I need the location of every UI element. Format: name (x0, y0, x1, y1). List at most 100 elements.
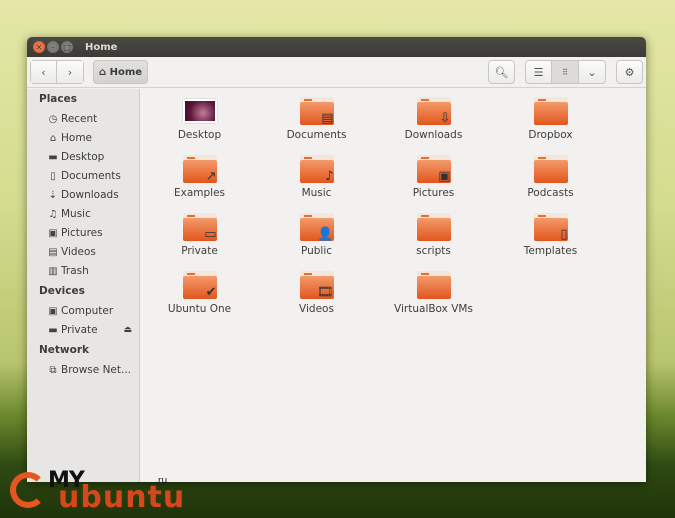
folder-icon (416, 213, 451, 241)
sidebar: Places ◷ Recent ⌂ Home ▬ Desktop ▯ Documents ⇣ Do… (27, 89, 140, 482)
sidebar-item-label: Videos (61, 246, 96, 258)
sidebar-item-label: Private (61, 324, 98, 336)
folder-emblem-icon: ▭ (204, 227, 217, 242)
folder-icon: ▯ (533, 213, 568, 242)
file-item[interactable]: ▯ Templates (492, 213, 609, 271)
file-item[interactable]: ✔ Ubuntu One (141, 271, 258, 329)
file-label: Desktop (177, 129, 222, 141)
file-item[interactable]: ⇩ Downloads (375, 97, 492, 155)
forward-button[interactable]: › (57, 60, 84, 84)
places-icon: ▬ (48, 152, 58, 163)
back-button[interactable]: ‹ (30, 60, 57, 84)
folder-icon: ▤ (299, 97, 334, 126)
folder-emblem-icon: ⇩ (439, 111, 451, 126)
sidebar-item-downloads[interactable]: ⇣ Downloads (27, 186, 139, 205)
file-label: Public (300, 245, 333, 257)
sidebar-item-label: Music (61, 208, 91, 220)
places-icon: ◷ (48, 114, 58, 125)
devices-icon: ▣ (48, 306, 58, 317)
file-label: Private (181, 245, 218, 257)
file-item[interactable]: Podcasts (492, 155, 609, 213)
folder-icon (533, 97, 568, 125)
devices-header: Devices (39, 285, 85, 297)
settings-button[interactable]: ⚙ (616, 60, 643, 84)
chevron-down-icon: ⌄ (587, 65, 597, 79)
window-title: Home (85, 41, 118, 53)
sidebar-item-pictures[interactable]: ▣ Pictures (27, 224, 139, 243)
file-view: Desktop ▤ Documents ⇩ Downloads Dropbox ↗ Examp… (141, 89, 646, 482)
file-label: scripts (416, 245, 451, 257)
network-header: Network (39, 344, 90, 356)
file-label: Dropbox (528, 129, 573, 141)
sidebar-item-label: Pictures (61, 227, 103, 239)
maximize-button[interactable]: □ (61, 41, 73, 53)
list-view-button[interactable]: ☰ (525, 60, 552, 84)
places-icon: ▥ (48, 266, 58, 277)
file-item[interactable]: 👤 Public (258, 213, 375, 271)
search-button[interactable]: 🔍︎ (488, 60, 515, 84)
folder-emblem-icon: ▤ (321, 111, 334, 126)
file-manager-window: ✕ – □ Home ‹ › ⌂ Home 🔍︎ ☰ ⠿ ⌄ ⚙ Places … (27, 37, 646, 482)
grid-icon: ⠿ (562, 67, 568, 77)
file-item[interactable]: VirtualBox VMs (375, 271, 492, 329)
folder-emblem-icon: ✔ (205, 285, 217, 300)
folder-icon (533, 155, 568, 183)
title-bar: ✕ – □ Home (27, 37, 646, 57)
folder-emblem-icon: 👤 (317, 227, 334, 242)
places-icon: ▤ (48, 247, 58, 258)
chevron-right-icon: › (67, 65, 73, 79)
file-label: Pictures (412, 187, 455, 199)
file-label: Documents (286, 129, 347, 141)
file-label: Ubuntu One (167, 303, 232, 315)
file-item[interactable]: ▤ Documents (258, 97, 375, 155)
places-icon: ▯ (50, 171, 56, 182)
sidebar-item-private[interactable]: ▬ Private ⏏ (27, 321, 139, 340)
sidebar-item-trash[interactable]: ▥ Trash (27, 262, 139, 281)
folder-icon: ⇩ (416, 97, 451, 126)
sidebar-item-label: Desktop (61, 151, 105, 163)
grid-view-button[interactable]: ⠿ (552, 60, 579, 84)
home-icon: ⌂ (99, 66, 110, 78)
sidebar-item-label: Home (61, 132, 93, 144)
minimize-button[interactable]: – (47, 41, 59, 53)
sidebar-item-computer[interactable]: ▣ Computer (27, 302, 139, 321)
ubuntu-logo-icon (10, 472, 46, 508)
view-options-button[interactable]: ⌄ (579, 60, 606, 84)
file-label: Videos (299, 303, 334, 315)
file-item[interactable]: 🎞 Videos (258, 271, 375, 329)
file-item[interactable]: ▭ Private (141, 213, 258, 271)
folder-icon (416, 271, 451, 299)
folder-emblem-icon: ▯ (560, 227, 568, 242)
sidebar-item-label: Browse Net... (61, 364, 132, 376)
list-icon: ☰ (533, 65, 544, 79)
folder-emblem-icon: ♪ (325, 169, 334, 184)
chevron-left-icon: ‹ (41, 65, 46, 79)
file-item[interactable]: ▣ Pictures (375, 155, 492, 213)
devices-icon: ▬ (48, 325, 58, 336)
sidebar-item-recent[interactable]: ◷ Recent (27, 110, 139, 129)
sidebar-item-documents[interactable]: ▯ Documents (27, 167, 139, 186)
file-label: VirtualBox VMs (394, 303, 473, 315)
breadcrumb-home[interactable]: ⌂ Home (93, 60, 149, 84)
file-item[interactable]: Dropbox (492, 97, 609, 155)
sidebar-item-videos[interactable]: ▤ Videos (27, 243, 139, 262)
sidebar-item-home[interactable]: ⌂ Home (27, 129, 139, 148)
file-label: Downloads (404, 129, 463, 141)
sidebar-item-music[interactable]: ♫ Music (27, 205, 139, 224)
folder-icon: 👤 (299, 213, 334, 242)
sidebar-item-label: Trash (61, 265, 89, 277)
close-button[interactable]: ✕ (33, 41, 45, 53)
folder-emblem-icon: ▣ (438, 169, 451, 184)
file-item[interactable]: ♪ Music (258, 155, 375, 213)
folder-icon: ↗ (182, 155, 217, 183)
sidebar-item-desktop[interactable]: ▬ Desktop (27, 148, 139, 167)
file-label: Examples (173, 187, 226, 199)
file-item[interactable]: ↗ Examples (141, 155, 258, 213)
desktop-folder-icon (182, 99, 217, 123)
places-icon: ⌂ (49, 133, 57, 144)
folder-icon: ▣ (416, 155, 451, 184)
eject-icon[interactable]: ⏏ (123, 321, 132, 340)
file-item[interactable]: Desktop (141, 97, 258, 155)
file-item[interactable]: scripts (375, 213, 492, 271)
sidebar-item-browse-net[interactable]: ⧉ Browse Net... (27, 361, 139, 380)
